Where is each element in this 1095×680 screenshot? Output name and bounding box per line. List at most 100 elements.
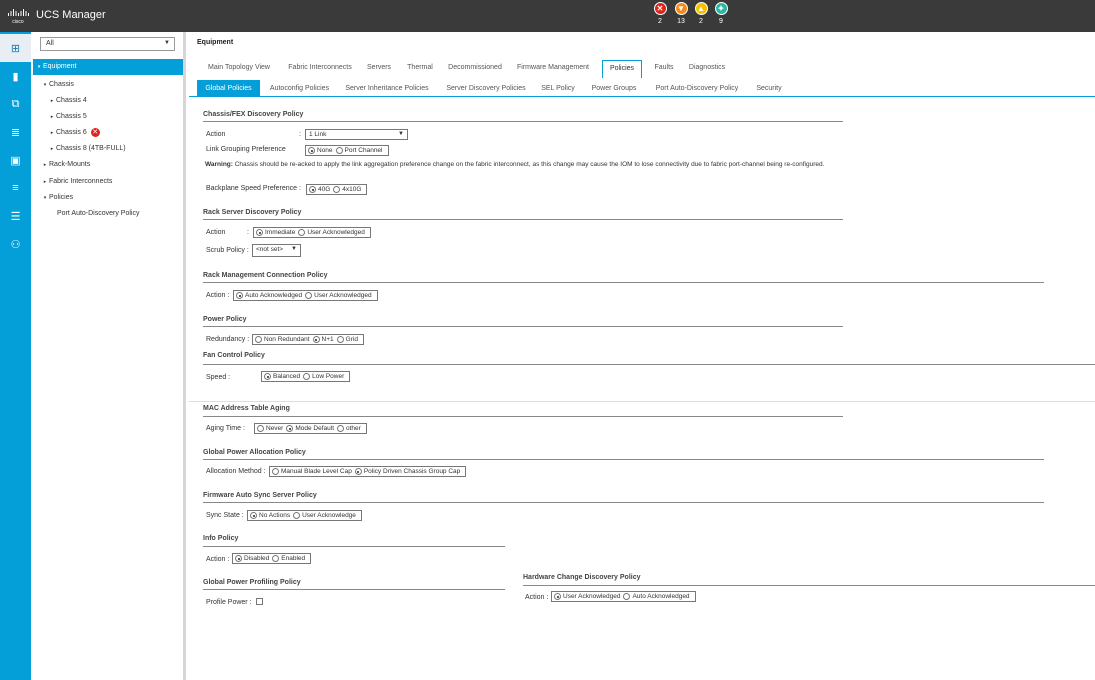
tab-main-topology-view[interactable]: Main Topology View	[205, 60, 273, 78]
vm-icon[interactable]: ▣	[0, 146, 31, 174]
radio-option-40g[interactable]: 40G	[309, 186, 330, 193]
radio-selected-icon	[236, 292, 243, 299]
info-action-radio-group: Disabled Enabled	[232, 553, 312, 564]
content-pane: Equipment Main Topology View Fabric Inte…	[189, 32, 1095, 680]
twisty-icon[interactable]: ▸	[48, 125, 56, 141]
radio-label: Never	[266, 425, 284, 432]
radio-label: Immediate	[265, 229, 296, 236]
radio-option-none[interactable]: None	[308, 147, 333, 154]
twisty-icon[interactable]: ▸	[48, 141, 56, 157]
chassis-action-select[interactable]: 1 Link ▼	[305, 129, 408, 140]
radio-option-auto-acknowledged[interactable]: Auto Acknowledged	[623, 593, 690, 600]
tree-item-rack-mounts[interactable]: ▸ Rack-Mounts	[33, 157, 183, 173]
subtab-sel-policy[interactable]: SEL Policy	[539, 80, 577, 97]
radio-option-auto-acknowledged[interactable]: Auto Acknowledged	[236, 292, 302, 299]
tree-item-chassis-4[interactable]: ▸ Chassis 4	[33, 93, 183, 109]
tree-filter-select[interactable]: All ▼	[40, 37, 175, 51]
tree-item-fabric-interconnects[interactable]: ▸ Fabric Interconnects	[33, 174, 183, 190]
tree-item-port-auto-discovery-policy[interactable]: Port Auto-Discovery Policy	[33, 206, 183, 222]
radio-option-user-acknowledged[interactable]: User Acknowledged	[554, 593, 620, 600]
radio-option-4x10g[interactable]: 4x10G	[333, 186, 361, 193]
warning-faults-indicator[interactable]: ✦ 9	[713, 2, 729, 26]
radio-icon	[336, 336, 344, 343]
twisty-icon[interactable]: ▸	[48, 109, 56, 125]
tree-item-chassis-8[interactable]: ▸ Chassis 8 (4TB-FULL)	[33, 141, 183, 157]
subtab-power-groups[interactable]: Power Groups	[589, 80, 639, 97]
radio-option-grid[interactable]: Grid	[336, 336, 358, 343]
twisty-icon[interactable]: ▸	[41, 174, 49, 190]
radio-label: User Acknowledged	[314, 292, 372, 299]
radio-icon	[257, 425, 264, 432]
redundancy-radio-group: Non Redundant N+1 Grid	[252, 334, 364, 345]
radio-option-disabled[interactable]: Disabled	[235, 555, 269, 562]
subtab-autoconfig-policies[interactable]: Autoconfig Policies	[266, 80, 333, 97]
tree-item-chassis[interactable]: ▾ Chassis	[33, 77, 183, 93]
twisty-icon[interactable]: ▸	[41, 157, 49, 173]
tab-decommissioned[interactable]: Decommissioned	[447, 60, 503, 78]
lan-icon[interactable]: ⧉	[0, 90, 31, 118]
tree-item-chassis-5[interactable]: ▸ Chassis 5	[33, 109, 183, 125]
tab-firmware-management[interactable]: Firmware Management	[515, 60, 591, 78]
san-icon[interactable]: ≣	[0, 118, 31, 146]
profile-power-checkbox[interactable]	[256, 598, 263, 605]
subtab-server-discovery-policies[interactable]: Server Discovery Policies	[442, 80, 530, 97]
section-title-global-power-profiling: Global Power Profiling Policy	[203, 579, 301, 586]
radio-label: Disabled	[244, 555, 270, 562]
section-title-hardware-change-discovery: Hardware Change Discovery Policy	[523, 574, 641, 581]
radio-option-port-channel[interactable]: Port Channel	[335, 147, 383, 154]
subtab-port-auto-discovery-policy[interactable]: Port Auto-Discovery Policy	[651, 80, 743, 97]
subtab-security[interactable]: Security	[753, 80, 785, 97]
minor-fault-count: 2	[699, 18, 703, 25]
minor-faults-indicator[interactable]: ▲ 2	[693, 2, 709, 26]
twisty-icon[interactable]: ▸	[48, 93, 56, 109]
subtab-global-policies[interactable]: Global Policies	[197, 80, 260, 97]
chassis-icon[interactable]: ☰	[0, 202, 31, 230]
subtab-server-inheritance-policies[interactable]: Server Inheritance Policies	[342, 80, 432, 97]
tab-thermal[interactable]: Thermal	[405, 60, 435, 78]
radio-option-never[interactable]: Never	[257, 425, 283, 432]
tab-faults[interactable]: Faults	[652, 60, 676, 78]
radio-option-enabled[interactable]: Enabled	[272, 555, 305, 562]
radio-option-immediate[interactable]: Immediate	[256, 229, 295, 236]
radio-option-policy-driven-chassis-group-cap[interactable]: Policy Driven Chassis Group Cap	[354, 468, 460, 475]
tree-item-chassis-6[interactable]: ▸ Chassis 6 ✕	[33, 125, 183, 141]
admin-icon[interactable]: ⚇	[0, 230, 31, 258]
radio-label: Low Power	[312, 373, 345, 380]
radio-option-no-actions[interactable]: No Actions	[250, 512, 290, 519]
radio-option-balanced[interactable]: Balanced	[264, 373, 300, 380]
twisty-icon[interactable]: ▾	[41, 190, 49, 206]
tree-item-label: Fabric Interconnects	[49, 178, 113, 185]
radio-option-user-acknowledged[interactable]: User Acknowledged	[305, 292, 372, 299]
critical-faults-indicator[interactable]: ✕ 2	[652, 2, 668, 26]
radio-option-user-acknowledged[interactable]: User Acknowledged	[298, 229, 365, 236]
rack-mgmt-action-label: Action :	[206, 292, 230, 299]
scrub-policy-label: Scrub Policy :	[206, 247, 249, 254]
equipment-icon[interactable]: ⊞	[0, 34, 31, 62]
radio-option-manual-blade-level-cap[interactable]: Manual Blade Level Cap	[272, 468, 352, 475]
radio-option-non-redundant[interactable]: Non Redundant	[255, 336, 310, 343]
radio-option-other[interactable]: other	[337, 425, 361, 432]
scrub-policy-select[interactable]: <not set> ▼	[252, 244, 301, 257]
tab-policies[interactable]: Policies	[602, 60, 642, 78]
aging-time-label: Aging Time :	[206, 425, 245, 432]
twisty-icon[interactable]: ▾	[41, 77, 49, 93]
radio-label: No Actions	[259, 512, 291, 519]
storage-icon[interactable]: ≡	[0, 174, 31, 202]
error-icon: ✕	[90, 127, 100, 137]
radio-icon	[333, 186, 341, 193]
tab-servers[interactable]: Servers	[365, 60, 393, 78]
radio-icon	[272, 468, 279, 475]
warning-message: Warning: Chassis should be re-acked to a…	[205, 160, 845, 169]
tab-fabric-interconnects[interactable]: Fabric Interconnects	[285, 60, 355, 78]
radio-option-user-acknowledge[interactable]: User Acknowledge	[293, 512, 356, 519]
twisty-icon[interactable]: ▾	[35, 59, 43, 75]
tab-diagnostics[interactable]: Diagnostics	[687, 60, 727, 78]
servers-icon[interactable]: ▮	[0, 62, 31, 90]
radio-option-low-power[interactable]: Low Power	[303, 373, 344, 380]
radio-option-n-plus-1[interactable]: N+1	[312, 336, 334, 343]
tree-item-policies[interactable]: ▾ Policies	[33, 190, 183, 206]
major-faults-indicator[interactable]: ▼ 13	[673, 2, 689, 26]
radio-option-mode-default[interactable]: Mode Default	[286, 425, 334, 432]
tree-item-equipment[interactable]: ▾ Equipment	[33, 59, 183, 75]
radio-label: 40G	[318, 186, 331, 193]
